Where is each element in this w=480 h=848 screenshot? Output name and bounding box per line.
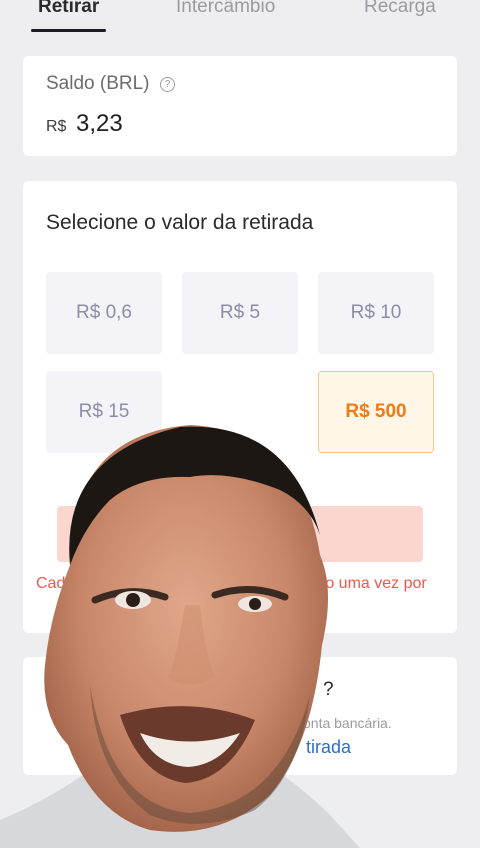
person-overlay-image bbox=[0, 425, 360, 848]
tab-recarga[interactable]: Recarga bbox=[364, 0, 436, 18]
balance-currency: R$ bbox=[46, 118, 67, 135]
withdraw-title: Selecione o valor da retirada bbox=[46, 211, 314, 234]
amount-option-10[interactable]: R$ 10 bbox=[318, 272, 434, 354]
tab-bar: Retirar Intercâmbio Recarga bbox=[0, 0, 480, 40]
balance-card: Saldo (BRL) ? R$ 3,23 bbox=[23, 56, 457, 156]
tab-intercambio[interactable]: Intercâmbio bbox=[176, 0, 275, 18]
amount-option-0-6[interactable]: R$ 0,6 bbox=[46, 272, 162, 354]
balance-value: 3,23 bbox=[76, 110, 123, 137]
amount-option-5[interactable]: R$ 5 bbox=[182, 272, 298, 354]
balance-label: Saldo (BRL) bbox=[46, 73, 150, 94]
active-tab-indicator bbox=[31, 29, 106, 32]
help-icon[interactable]: ? bbox=[160, 77, 175, 92]
tab-retirar[interactable]: Retirar bbox=[38, 0, 99, 18]
